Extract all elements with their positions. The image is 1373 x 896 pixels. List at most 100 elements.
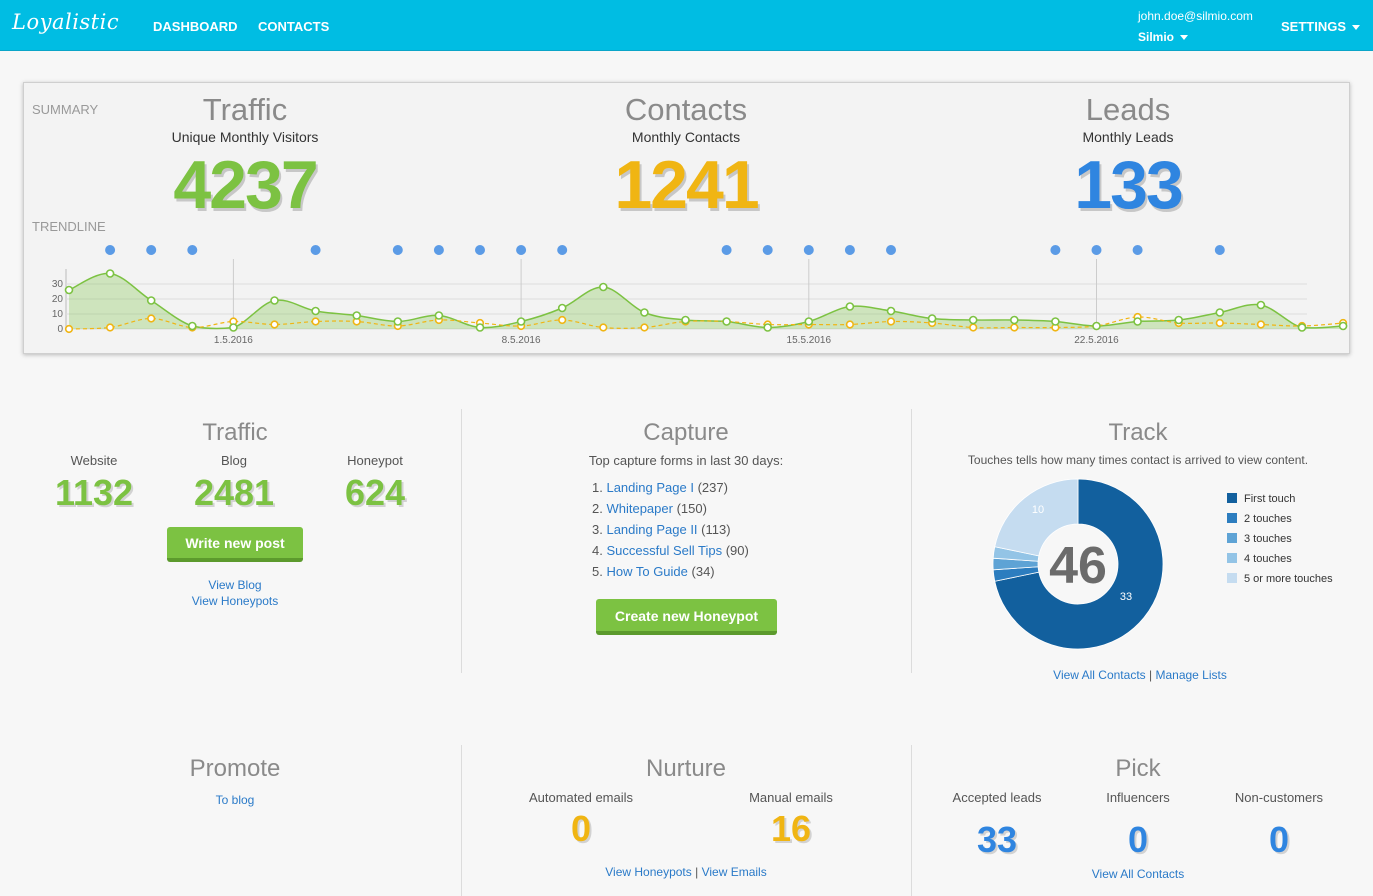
x-tick-label: 1.5.2016 (214, 335, 253, 346)
capture-form-link[interactable]: How To Guide (606, 564, 687, 579)
donut-total: 46 (1049, 537, 1107, 595)
manual-emails-label: Manual emails (749, 790, 833, 805)
event-marker (310, 245, 321, 255)
legend-label: 4 touches (1244, 553, 1292, 565)
data-point (352, 311, 362, 320)
create-honeypot-button[interactable]: Create new Honeypot (596, 599, 777, 635)
data-point (229, 323, 238, 332)
track-links: View All Contacts | Manage Lists (1025, 668, 1255, 682)
event-marker (475, 245, 485, 255)
settings-menu[interactable]: SETTINGS (1281, 19, 1361, 34)
donut-label: 33 (1120, 591, 1132, 603)
capture-forms-list: 1. Landing Page I (237) 2. Whitepaper (1… (592, 479, 749, 584)
capture-widget-title: Capture (643, 419, 729, 446)
honeypot-label: Honeypot (347, 453, 403, 468)
top-navbar: Loyalistic DASHBOARD CONTACTS john.doe@s… (0, 0, 1373, 51)
data-point (188, 321, 197, 331)
data-point (886, 317, 896, 326)
capture-form-link[interactable]: Landing Page II (606, 522, 697, 537)
blog-label: Blog (220, 453, 248, 468)
view-emails-link[interactable]: View Emails (702, 865, 767, 879)
divider (911, 745, 912, 896)
data-point (969, 323, 978, 332)
capture-list-item: 3. Landing Page II (113) (592, 521, 749, 542)
legend-swatch (1227, 553, 1237, 563)
data-point (640, 323, 649, 332)
event-marker (1091, 245, 1102, 255)
chevron-down-icon (1180, 35, 1189, 41)
view-honeypots-link[interactable]: View Honeypots (135, 594, 335, 608)
item-count: (113) (701, 522, 731, 537)
capture-form-link[interactable]: Successful Sell Tips (606, 543, 722, 558)
chevron-down-icon (1352, 25, 1361, 31)
non-customers-value: 0 (1268, 819, 1290, 860)
view-blog-link[interactable]: View Blog (135, 578, 335, 592)
nav-dashboard[interactable]: DASHBOARD (153, 19, 238, 34)
to-blog-link[interactable]: To blog (135, 793, 335, 807)
capture-list-item: 4. Successful Sell Tips (90) (592, 542, 749, 563)
legend-swatch (1227, 573, 1237, 583)
data-point (1338, 321, 1348, 331)
non-customers-label: Non-customers (1234, 790, 1324, 805)
data-point (1256, 300, 1266, 310)
y-tick-label: 10 (52, 309, 64, 320)
data-point (1010, 323, 1019, 332)
pick-view-all-contacts-link[interactable]: View All Contacts (1038, 867, 1238, 881)
app-logo[interactable]: Loyalistic (12, 10, 119, 34)
data-point (146, 296, 156, 305)
link-separator: | (695, 865, 699, 879)
user-email: john.doe@silmio.com (1138, 9, 1253, 23)
data-point (681, 315, 690, 325)
legend-swatch (1227, 513, 1237, 523)
data-point (640, 308, 649, 317)
capture-form-link[interactable]: Whitepaper (606, 501, 672, 516)
view-all-contacts-link[interactable]: View All Contacts (1053, 668, 1146, 682)
event-marker (1050, 245, 1061, 255)
data-point (1092, 321, 1101, 331)
touches-donut-chart: 46 33 10 (992, 478, 1164, 650)
website-label: Website (70, 453, 118, 468)
website-value: 1132 (54, 472, 134, 513)
item-count: (34) (691, 564, 715, 579)
item-count: (90) (725, 543, 749, 558)
manage-lists-link[interactable]: Manage Lists (1155, 668, 1226, 682)
data-point (845, 302, 855, 311)
link-separator: | (1149, 668, 1153, 682)
data-point (557, 303, 567, 313)
settings-label: SETTINGS (1281, 19, 1347, 34)
write-new-post-button[interactable]: Write new post (167, 527, 303, 562)
influencers-value: 0 (1127, 819, 1149, 860)
view-honeypots-link[interactable]: View Honeypots (605, 865, 692, 879)
nurture-widget-title: Nurture (645, 755, 727, 782)
data-point (927, 314, 937, 323)
honeypot-value: 624 (344, 472, 406, 513)
x-tick-label: 15.5.2016 (787, 335, 832, 346)
promote-widget-title: Promote (189, 755, 281, 782)
data-point (1009, 315, 1019, 325)
y-tick-label: 20 (52, 294, 64, 305)
legend-swatch (1227, 493, 1237, 503)
data-point (1297, 323, 1307, 332)
y-tick-label: 30 (52, 279, 64, 290)
data-point (516, 317, 526, 326)
legend-label: 2 touches (1244, 513, 1292, 525)
item-number: 1. (592, 480, 603, 495)
accepted-leads-value: 33 (976, 819, 1018, 860)
data-point (558, 315, 567, 325)
data-point (270, 320, 279, 329)
event-marker (886, 245, 896, 255)
event-marker (1132, 245, 1143, 255)
data-point (1051, 317, 1060, 326)
event-marker (105, 245, 116, 255)
data-point (1215, 308, 1225, 317)
data-point (598, 282, 608, 292)
legend-swatch (1227, 533, 1237, 543)
data-point (763, 323, 773, 332)
capture-list-item: 1. Landing Page I (237) (592, 479, 749, 500)
nav-contacts[interactable]: CONTACTS (258, 19, 329, 34)
capture-form-link[interactable]: Landing Page I (606, 480, 693, 495)
data-point (64, 324, 74, 334)
org-switcher[interactable]: Silmio (1138, 30, 1189, 44)
manual-emails-value: 16 (770, 808, 812, 849)
divider (461, 745, 462, 896)
